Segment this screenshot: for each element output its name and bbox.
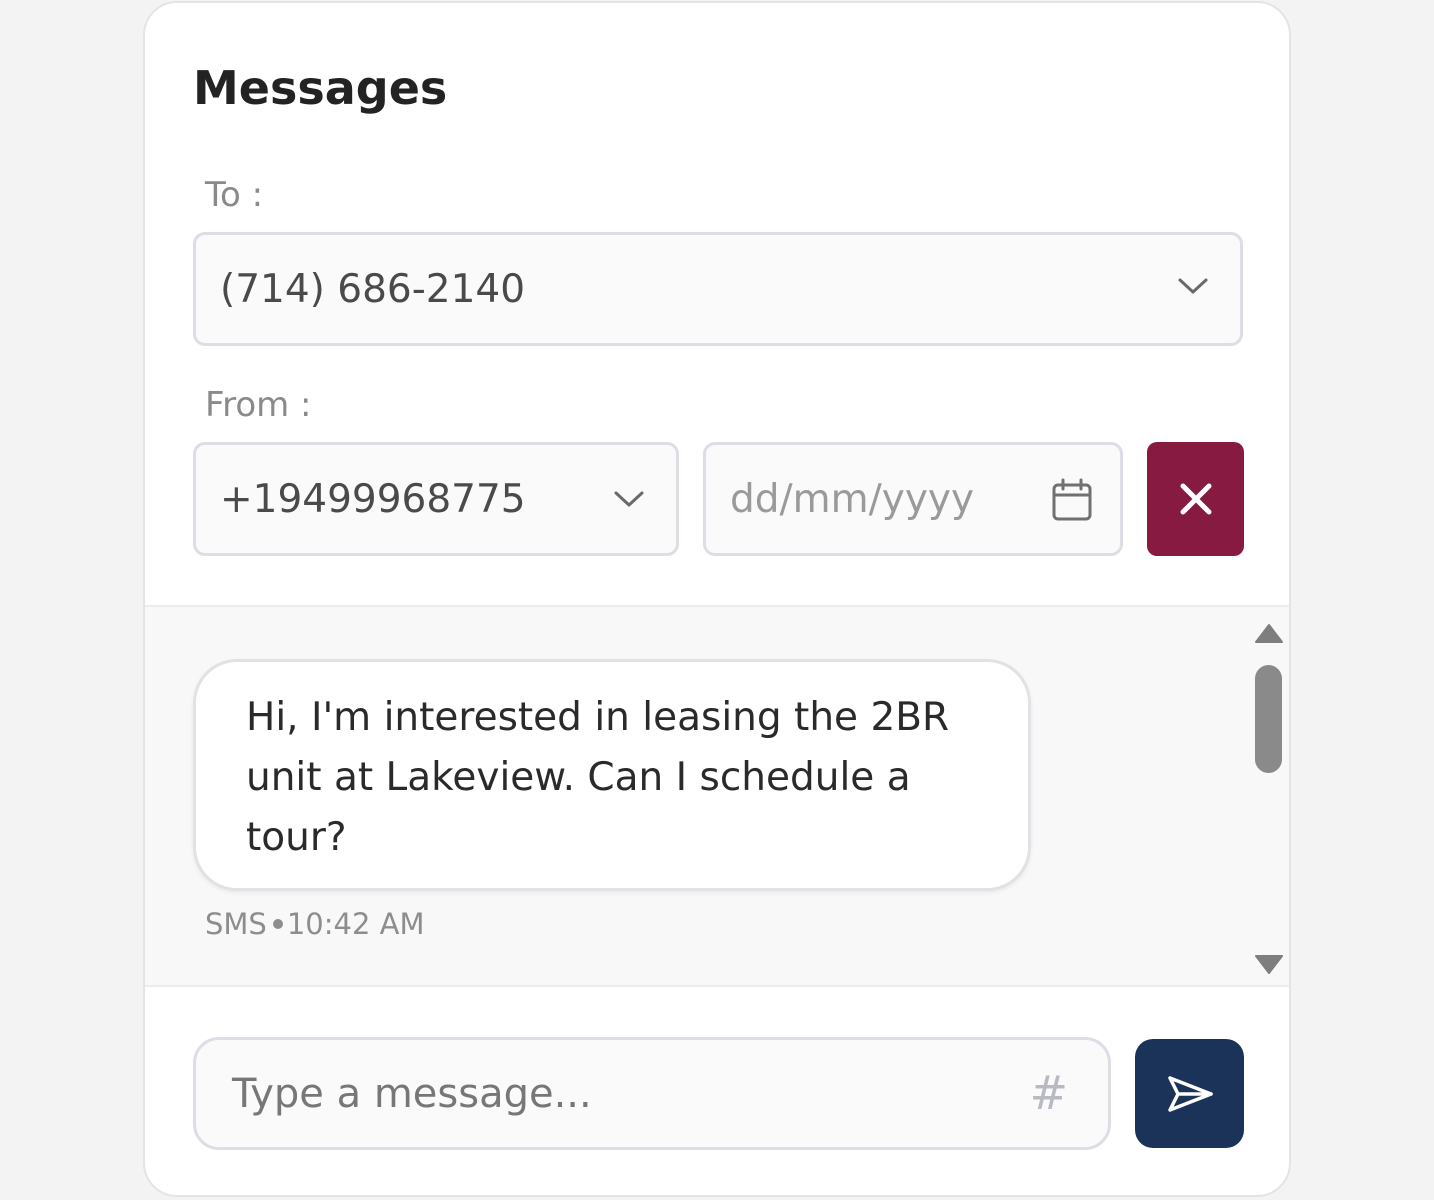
scrollbar-thumb[interactable] [1255,665,1282,773]
message-input[interactable]: Type a message... # [193,1037,1111,1150]
clear-button[interactable] [1147,442,1244,556]
message-channel: SMS [205,907,267,941]
scroll-down-arrow-icon[interactable] [1254,953,1284,975]
from-value: +19499968775 [220,476,526,522]
to-select[interactable]: (714) 686-2140 [193,232,1243,346]
date-input[interactable]: dd/mm/yyyy [703,442,1123,556]
send-button[interactable] [1135,1039,1244,1148]
send-icon [1167,1075,1213,1112]
to-label: To : [205,175,264,215]
message-bubble: Hi, I'm interested in leasing the 2BR un… [193,659,1031,891]
chevron-down-icon [1178,278,1208,294]
message-meta: SMS 10:42 AM [205,907,425,941]
to-value: (714) 686-2140 [220,266,526,312]
message-input-placeholder: Type a message... [232,1070,592,1117]
message-time: 10:42 AM [286,907,425,941]
page-title: Messages [193,61,448,115]
from-select[interactable]: +19499968775 [193,442,679,556]
page-background: Messages To : (714) 686-2140 From : +194… [0,0,1434,1200]
separator-dot [272,919,283,929]
message-thread[interactable]: Hi, I'm interested in leasing the 2BR un… [145,605,1289,987]
from-label: From : [205,385,312,425]
calendar-icon[interactable] [1050,477,1094,523]
hash-icon[interactable]: # [1029,1066,1068,1120]
chevron-down-icon [614,491,644,507]
messages-panel: Messages To : (714) 686-2140 From : +194… [143,1,1291,1197]
date-placeholder: dd/mm/yyyy [730,476,975,522]
message-text: Hi, I'm interested in leasing the 2BR un… [246,695,950,860]
close-icon [1180,483,1211,515]
scroll-up-arrow-icon[interactable] [1254,623,1284,645]
